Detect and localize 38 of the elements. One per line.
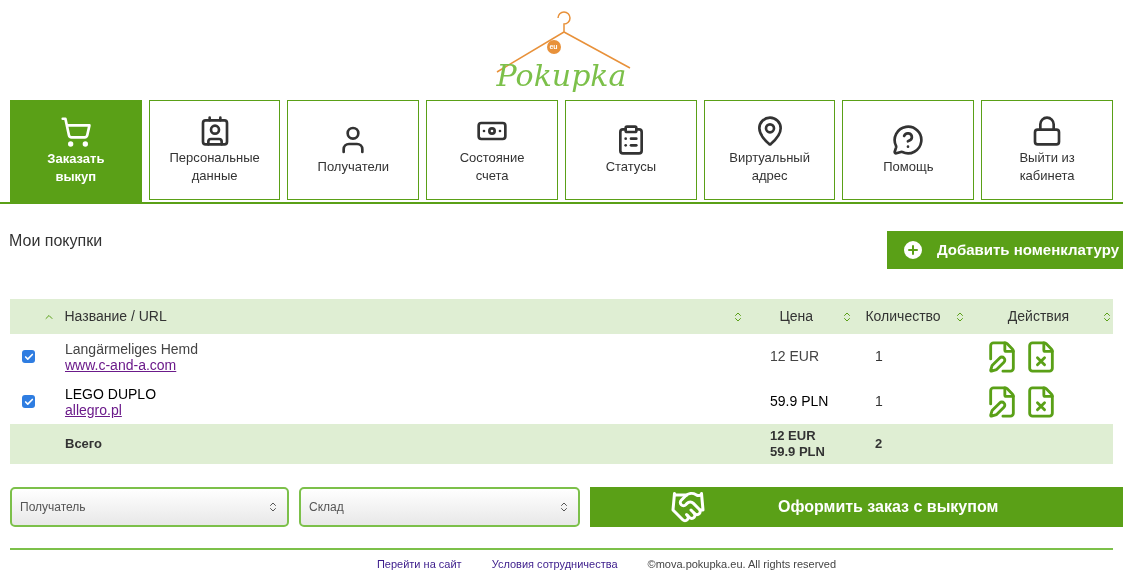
price-cell-text: 59.9 PLN: [769, 392, 830, 411]
recipient-select[interactable]: Получатель: [10, 487, 289, 527]
nav-tab[interactable]: Статусы: [565, 100, 697, 200]
price-cell-text: 12 EUR: [769, 347, 821, 366]
row-checkbox[interactable]: [22, 350, 35, 363]
sort-icon[interactable]: [1101, 310, 1113, 323]
warehouse-select[interactable]: Склад: [299, 487, 580, 527]
column-header[interactable]: Цена: [751, 306, 841, 327]
row-checkbox[interactable]: [22, 395, 35, 408]
dropdown-arrows-icon: [267, 501, 279, 513]
handshake-icon: [670, 489, 706, 525]
nav-tab[interactable]: Помощь: [842, 100, 975, 200]
item-link[interactable]: allegro.pl: [65, 401, 122, 418]
logo-text: Pokupka: [496, 57, 627, 95]
total-label: Всего: [65, 435, 104, 454]
cart-icon: [59, 116, 92, 148]
column-header[interactable]: Название / URL: [64, 306, 732, 327]
quantity-cell-text: 1: [875, 392, 884, 411]
quantity-cell-text: 1: [875, 347, 884, 366]
column-header[interactable]: Количество: [865, 306, 955, 327]
footer-link[interactable]: Условия сотрудничества: [491, 556, 618, 571]
item-name: Langärmeliges Hemd: [65, 340, 200, 357]
copyright-text: ©mova.pokupka.eu. All rights reserved: [647, 557, 837, 571]
nav-tab[interactable]: Персональные данные: [148, 100, 281, 200]
question-bubble-icon: [892, 124, 925, 156]
column-header[interactable]: Действия: [994, 306, 1083, 327]
nav-tab[interactable]: Получатели: [287, 100, 420, 200]
nav-tab[interactable]: Виртуальный адрес: [703, 100, 836, 200]
item-link[interactable]: www.c-and-a.com: [65, 356, 177, 373]
dropdown-arrows-icon: [558, 501, 570, 513]
nav-tab[interactable]: Выйти из кабинета: [981, 100, 1113, 200]
item-name: LEGO DUPLO: [65, 385, 158, 402]
total-price: 59.9 PLN: [770, 444, 826, 460]
total-price: 12 EUR: [770, 428, 817, 444]
nav-tab[interactable]: Состояние счета: [426, 100, 558, 200]
footer-link[interactable]: Перейти на сайт: [376, 556, 462, 571]
total-quantity: 2: [875, 435, 883, 454]
section-title: Мои покупки: [9, 231, 103, 251]
